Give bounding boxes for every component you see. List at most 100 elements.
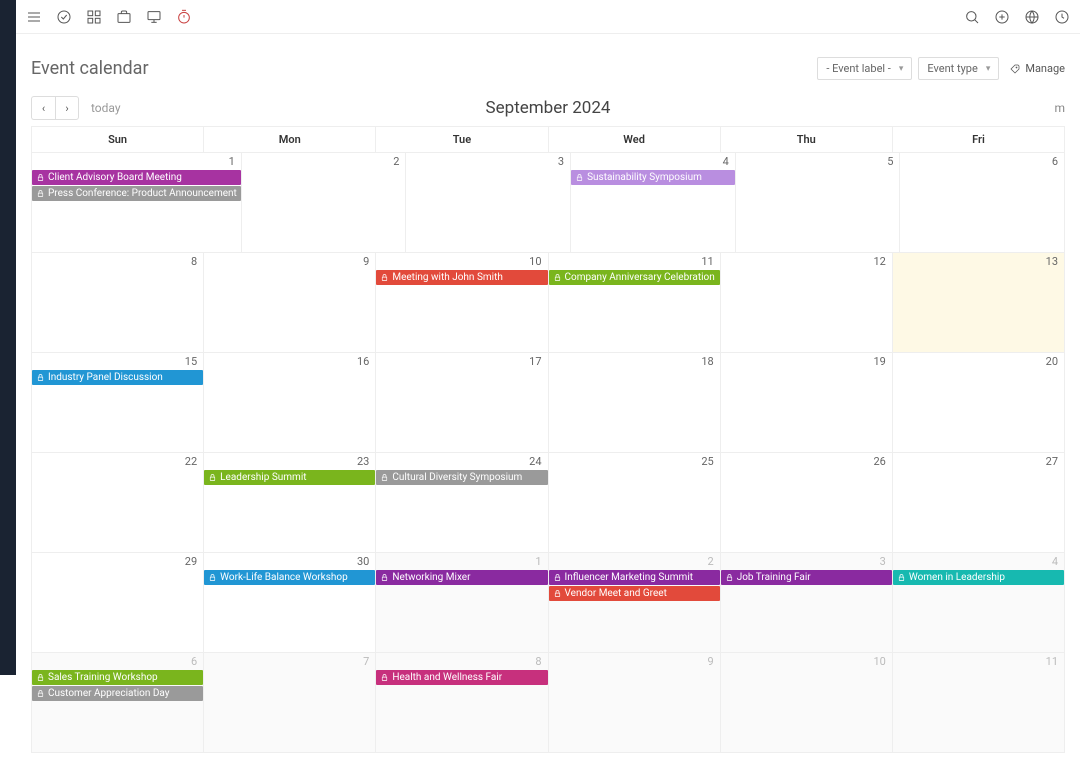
calendar-event[interactable]: Women in Leadership	[893, 570, 1064, 585]
briefcase-icon[interactable]	[116, 9, 132, 25]
day-number: 9	[363, 255, 369, 268]
clock-icon[interactable]	[1054, 9, 1070, 25]
calendar-day[interactable]: 12	[720, 252, 892, 352]
calendar-event[interactable]: Industry Panel Discussion	[32, 370, 203, 385]
calendar-event[interactable]: Sustainability Symposium	[571, 170, 735, 185]
calendar-day[interactable]: 7	[203, 652, 375, 752]
prev-month-button[interactable]: ‹	[31, 96, 55, 120]
day-number: 2	[708, 555, 714, 568]
calendar-day[interactable]: 3	[405, 152, 570, 252]
calendar-day[interactable]: 27	[892, 452, 1064, 552]
calendar-day[interactable]: 1Client Advisory Board MeetingPress Conf…	[32, 152, 241, 252]
globe-icon[interactable]	[1024, 9, 1040, 25]
calendar-event[interactable]: Press Conference: Product Announcement	[32, 186, 241, 201]
calendar-day[interactable]: 2 Influencer Marketing SummitVendor Meet …	[548, 552, 720, 652]
day-number: 7	[363, 655, 369, 668]
day-number: 6	[1052, 155, 1058, 168]
calendar-day[interactable]: 18	[548, 352, 720, 452]
calendar-event[interactable]: Work-Life Balance Workshop	[204, 570, 375, 585]
day-of-week-header: SunMonTueWedThuFri	[32, 126, 1064, 152]
calendar-day[interactable]: 17	[375, 352, 547, 452]
day-number: 8	[191, 255, 197, 268]
calendar-day[interactable]: 23 Leadership Summit	[203, 452, 375, 552]
menu-icon[interactable]	[26, 9, 42, 25]
calendar-event[interactable]: Job Training Fair	[721, 570, 892, 585]
day-number: 3	[558, 155, 564, 168]
calendar-week: 15Industry Panel Discussion1617181920	[32, 352, 1064, 452]
calendar-event[interactable]: Client Advisory Board Meeting	[32, 170, 241, 185]
event-type-select-text: Event type	[927, 62, 977, 75]
monitor-icon[interactable]	[146, 9, 162, 25]
calendar-grid: SunMonTueWedThuFri 1Client Advisory Boar…	[31, 126, 1065, 753]
calendar-day[interactable]: 9	[548, 652, 720, 752]
day-number: 23	[357, 455, 369, 468]
day-number: 3	[880, 555, 886, 568]
calendar-day[interactable]: 8Health and Wellness Fair	[375, 652, 547, 752]
calendar-day[interactable]: 6	[899, 152, 1064, 252]
calendar-day[interactable]: 11	[892, 652, 1064, 752]
calendar-event[interactable]: Customer Appreciation Day	[32, 686, 203, 701]
manage-labels-button[interactable]: Manage	[1009, 62, 1065, 75]
day-of-week-label: Fri	[892, 126, 1064, 152]
calendar-event[interactable]: Networking Mixer	[376, 570, 547, 585]
calendar-day[interactable]: 19	[720, 352, 892, 452]
calendar-day[interactable]: 8	[32, 252, 203, 352]
calendar-event[interactable]: Influencer Marketing Summit	[549, 570, 720, 585]
calendar-day[interactable]: 24 Cultural Diversity Symposium	[375, 452, 547, 552]
calendar-day[interactable]: 1 Networking Mixer	[375, 552, 547, 652]
day-number: 1	[535, 555, 541, 568]
day-number: 27	[1046, 455, 1058, 468]
event-title: Customer Appreciation Day	[48, 688, 170, 699]
day-number: 4	[1052, 555, 1058, 568]
calendar-day[interactable]: 6Sales Training WorkshopCustomer Appreci…	[32, 652, 203, 752]
calendar-day[interactable]: 10	[720, 652, 892, 752]
calendar-event[interactable]: Vendor Meet and Greet	[549, 586, 720, 601]
calendar-event[interactable]: Meeting with John Smith	[376, 270, 547, 285]
grid-icon[interactable]	[86, 9, 102, 25]
calendar-day[interactable]: 16	[203, 352, 375, 452]
calendar-day[interactable]: 30Work-Life Balance Workshop	[203, 552, 375, 652]
calendar-title: September 2024	[486, 98, 611, 118]
day-number: 24	[529, 455, 541, 468]
calendar-day[interactable]: 11Company Anniversary Celebration	[548, 252, 720, 352]
view-mode-indicator[interactable]: m	[1054, 101, 1065, 115]
event-label-select[interactable]: - Event label - ▾	[817, 57, 912, 80]
calendar-event[interactable]: Sales Training Workshop	[32, 670, 203, 685]
event-title: Client Advisory Board Meeting	[48, 172, 182, 183]
calendar-day[interactable]: 15Industry Panel Discussion	[32, 352, 203, 452]
calendar-event[interactable]: Cultural Diversity Symposium	[376, 470, 547, 485]
event-title: Networking Mixer	[392, 572, 470, 583]
calendar-panel: Event calendar - Event label - ▾ Event t…	[31, 49, 1065, 753]
calendar-day[interactable]: 26	[720, 452, 892, 552]
calendar-event[interactable]: Company Anniversary Celebration	[549, 270, 720, 285]
search-icon[interactable]	[964, 9, 980, 25]
event-title: Sustainability Symposium	[587, 172, 702, 183]
calendar-day[interactable]: 25	[548, 452, 720, 552]
calendar-event[interactable]: Leadership Summit	[204, 470, 375, 485]
timer-icon[interactable]	[176, 9, 192, 25]
calendar-day[interactable]: 2	[241, 152, 406, 252]
event-title: Health and Wellness Fair	[392, 672, 502, 683]
day-number: 10	[873, 655, 885, 668]
event-title: Work-Life Balance Workshop	[220, 572, 348, 583]
calendar-day[interactable]: 13	[892, 252, 1064, 352]
calendar-event[interactable]: Health and Wellness Fair	[376, 670, 547, 685]
calendar-day[interactable]: 5	[735, 152, 900, 252]
calendar-day[interactable]: 4Sustainability Symposium	[570, 152, 735, 252]
day-number: 5	[887, 155, 893, 168]
calendar-toolbar: ‹ › today September 2024 m	[31, 90, 1065, 126]
event-title: Sales Training Workshop	[48, 672, 158, 683]
check-circle-icon[interactable]	[56, 9, 72, 25]
calendar-day[interactable]: 10Meeting with John Smith	[375, 252, 547, 352]
event-type-select[interactable]: Event type ▾	[918, 57, 999, 80]
next-month-button[interactable]: ›	[55, 96, 79, 120]
add-circle-icon[interactable]	[994, 9, 1010, 25]
calendar-day[interactable]: 4 Women in Leadership	[892, 552, 1064, 652]
calendar-week: 2930Work-Life Balance Workshop 1 Networkin…	[32, 552, 1064, 652]
calendar-day[interactable]: 9	[203, 252, 375, 352]
calendar-day[interactable]: 22	[32, 452, 203, 552]
calendar-day[interactable]: 20	[892, 352, 1064, 452]
calendar-day[interactable]: 3 Job Training Fair	[720, 552, 892, 652]
calendar-day[interactable]: 29	[32, 552, 203, 652]
today-button[interactable]: today	[91, 101, 121, 115]
